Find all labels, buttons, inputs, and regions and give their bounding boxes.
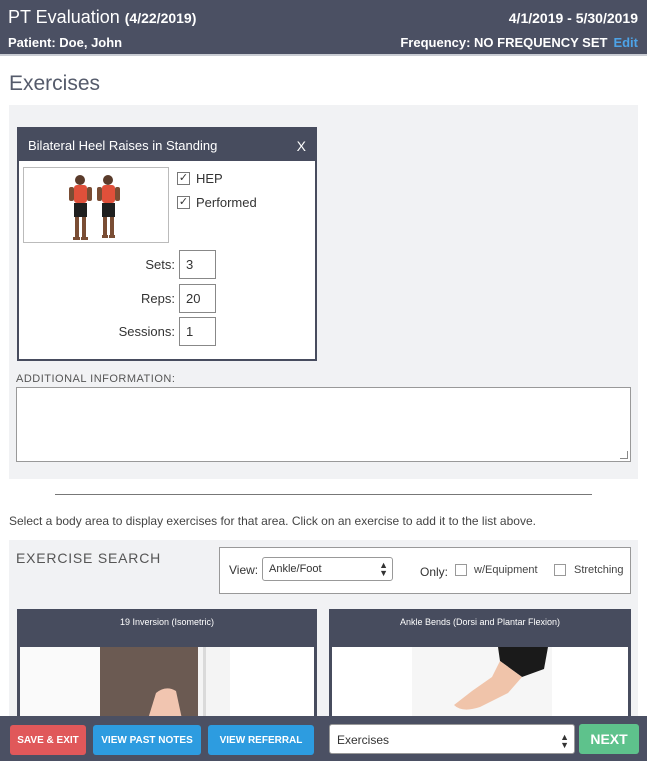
view-referral-button[interactable]: VIEW REFERRAL (208, 725, 314, 755)
body-area-select[interactable]: Ankle/Foot ▲ ▼ (262, 557, 393, 581)
equipment-label: w/Equipment (474, 564, 538, 576)
performed-option[interactable]: ✓ Performed (177, 195, 257, 210)
header-divider (0, 54, 647, 56)
select-arrows-icon: ▲ ▼ (379, 560, 388, 578)
view-label: View: (229, 563, 259, 577)
exercise-tile[interactable]: 19 Inversion (Isometric) (17, 609, 317, 719)
resize-handle-icon[interactable] (620, 451, 628, 459)
select-arrows-icon: ▲ ▼ (560, 732, 569, 750)
page-title: PT Evaluation (4/22/2019) (8, 7, 196, 28)
equipment-checkbox[interactable] (455, 564, 467, 576)
instructions-text: Select a body area to display exercises … (9, 514, 536, 528)
exercise-card-header: Bilateral Heel Raises in Standing X (19, 129, 315, 161)
hep-label: HEP (196, 171, 223, 186)
exercise-tile-image[interactable] (20, 647, 314, 719)
exercise-card: Bilateral Heel Raises in Standing X ✓ HE… (17, 127, 317, 361)
remove-exercise-button[interactable]: X (297, 138, 306, 154)
ankle-bends-icon (412, 647, 552, 719)
hep-option[interactable]: ✓ HEP (177, 171, 223, 186)
heel-raise-figures-icon (69, 175, 120, 240)
exercise-image[interactable] (23, 167, 169, 243)
stretching-label: Stretching (574, 564, 624, 576)
exercise-tile[interactable]: Ankle Bends (Dorsi and Plantar Flexion) (329, 609, 631, 719)
edit-frequency-link[interactable]: Edit (613, 35, 638, 50)
additional-info-label: ADDITIONAL INFORMATION: (16, 373, 176, 385)
patient-name: Patient: Doe, John (8, 35, 123, 50)
section-title: Exercises (9, 72, 101, 95)
additional-info-textarea[interactable] (16, 387, 631, 462)
frequency-text: Frequency: NO FREQUENCY SET (400, 35, 608, 50)
only-label: Only: (420, 565, 449, 579)
exercise-search-title: EXERCISE SEARCH (16, 550, 162, 566)
page-title-text: PT Evaluation (8, 7, 120, 27)
page-header: PT Evaluation (4/22/2019) 4/1/2019 - 5/3… (0, 0, 647, 54)
frequency-info: Frequency: NO FREQUENCY SET Edit (400, 35, 638, 50)
next-button[interactable]: NEXT (579, 724, 639, 754)
performed-checkbox[interactable]: ✓ (177, 196, 190, 209)
sessions-label: Sessions: (118, 324, 175, 339)
section-select-value: Exercises (337, 733, 390, 747)
exercise-filter-box: View: Ankle/Foot ▲ ▼ Only: w/Equipment St… (219, 547, 631, 594)
sets-row: Sets: 3 (145, 250, 216, 279)
reps-label: Reps: (141, 291, 175, 306)
view-past-notes-button[interactable]: VIEW PAST NOTES (93, 725, 201, 755)
sessions-input[interactable]: 1 (179, 317, 216, 346)
exercise-tile-image[interactable] (332, 647, 628, 719)
exercise-name: Bilateral Heel Raises in Standing (28, 138, 218, 153)
sessions-row: Sessions: 1 (119, 317, 216, 346)
section-divider (55, 494, 592, 495)
evaluation-date: (4/22/2019) (124, 10, 197, 26)
sets-label: Sets: (145, 257, 175, 272)
date-range: 4/1/2019 - 5/30/2019 (508, 10, 638, 26)
performed-label: Performed (196, 195, 257, 210)
stretching-checkbox[interactable] (554, 564, 566, 576)
reps-input[interactable]: 20 (179, 284, 216, 313)
body-area-selected: Ankle/Foot (269, 563, 322, 575)
exercise-tile-name: Ankle Bends (Dorsi and Plantar Flexion) (399, 617, 561, 627)
footer-bar: SAVE & EXIT VIEW PAST NOTES VIEW REFERRA… (0, 716, 647, 761)
inversion-exercise-icon (20, 647, 230, 719)
section-select[interactable]: Exercises ▲ ▼ (329, 724, 575, 754)
reps-row: Reps: 20 (141, 284, 216, 313)
exercise-tile-name: 19 Inversion (Isometric) (119, 617, 215, 627)
sets-input[interactable]: 3 (179, 250, 216, 279)
hep-checkbox[interactable]: ✓ (177, 172, 190, 185)
save-exit-button[interactable]: SAVE & EXIT (10, 725, 86, 755)
